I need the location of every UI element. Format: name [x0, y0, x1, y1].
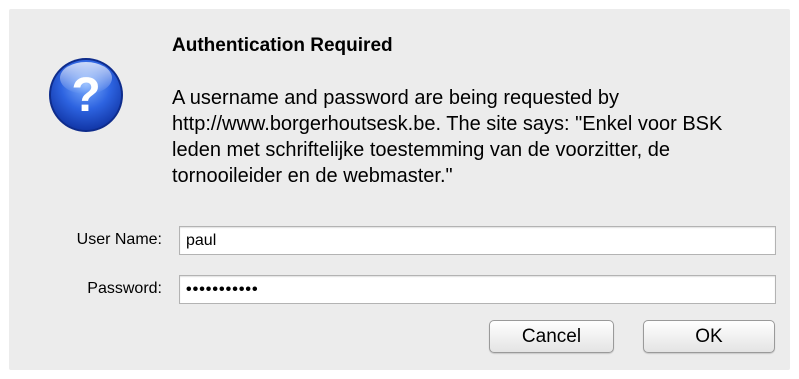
password-label: Password:	[87, 280, 162, 297]
username-label: User Name:	[76, 231, 162, 248]
authentication-dialog: ? Authentication Required A username and…	[9, 9, 790, 370]
svg-text:?: ?	[71, 69, 100, 122]
question-icon: ?	[47, 56, 125, 134]
password-field[interactable]	[179, 275, 776, 304]
dialog-title: Authentication Required	[172, 35, 393, 56]
username-field[interactable]	[179, 226, 776, 255]
dialog-message: A username and password are being reques…	[172, 87, 723, 187]
ok-button[interactable]: OK	[643, 320, 775, 353]
cancel-button[interactable]: Cancel	[489, 320, 614, 353]
